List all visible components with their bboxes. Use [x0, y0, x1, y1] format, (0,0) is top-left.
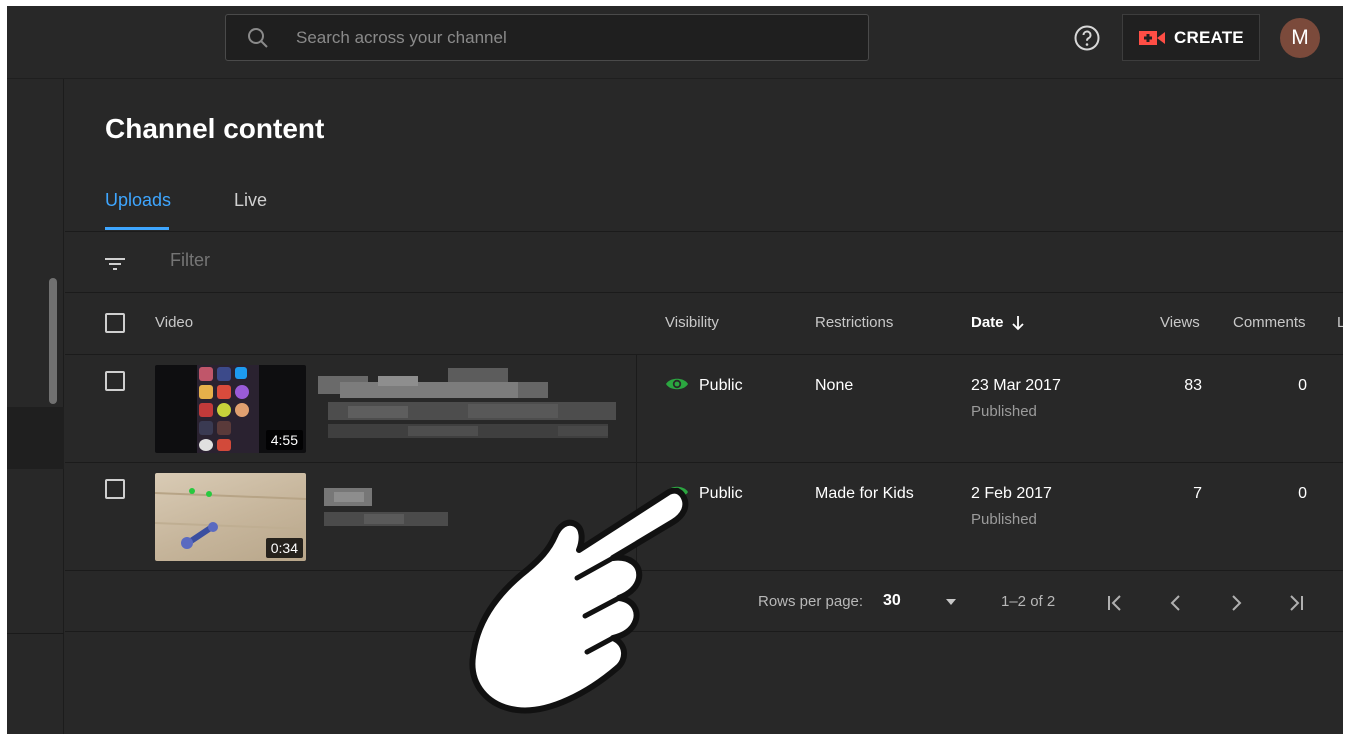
date-value: 2 Feb 2017 — [971, 485, 1052, 502]
video-thumbnail[interactable]: 4:55 — [155, 365, 306, 453]
video-duration: 4:55 — [265, 430, 303, 450]
divider — [65, 354, 1343, 355]
column-header-date[interactable]: Date — [971, 314, 1004, 331]
restrictions-value: Made for Kids — [815, 485, 914, 502]
sidebar-divider — [7, 633, 64, 634]
divider — [65, 292, 1343, 293]
previous-page-icon[interactable] — [1164, 591, 1188, 615]
create-button[interactable]: CREATE — [1122, 14, 1260, 61]
column-header-likes[interactable]: L — [1337, 314, 1343, 331]
restrictions-value: None — [815, 377, 854, 394]
redacted-video-title — [318, 368, 616, 438]
avatar[interactable]: M — [1280, 18, 1320, 58]
sidebar-scrollbar[interactable] — [49, 278, 57, 404]
column-header-views[interactable]: Views — [1160, 314, 1200, 331]
page-title: Channel content — [105, 113, 325, 144]
sidebar-item-selected[interactable] — [7, 407, 64, 469]
views-value: 83 — [1184, 377, 1202, 394]
search-input[interactable] — [296, 15, 856, 60]
column-header-visibility[interactable]: Visibility — [665, 314, 719, 331]
comments-value: 0 — [1298, 377, 1307, 394]
visibility-value[interactable]: Public — [699, 377, 743, 395]
first-page-icon[interactable] — [1103, 591, 1127, 615]
rows-per-page-select[interactable]: 30 — [883, 592, 901, 610]
left-sidebar — [7, 79, 64, 734]
divider — [65, 462, 1343, 463]
dropdown-arrow-icon[interactable] — [944, 597, 958, 607]
views-value: 7 — [1193, 485, 1202, 502]
page-range: 1–2 of 2 — [1001, 593, 1056, 610]
divider — [65, 631, 1343, 632]
create-video-icon — [1139, 30, 1165, 45]
filter-input[interactable] — [170, 250, 470, 271]
video-duration: 0:34 — [265, 538, 303, 558]
column-header-video[interactable]: Video — [155, 314, 193, 331]
create-label: CREATE — [1174, 27, 1244, 47]
pointing-hand-icon — [469, 488, 689, 714]
sort-down-arrow-icon[interactable] — [1011, 315, 1025, 331]
row-checkbox[interactable] — [105, 479, 125, 499]
tab-live[interactable]: Live — [234, 190, 267, 211]
row-checkbox[interactable] — [105, 371, 125, 391]
search-icon — [248, 28, 268, 48]
divider — [65, 231, 1343, 232]
public-eye-icon[interactable] — [665, 375, 689, 393]
divider — [65, 570, 1343, 571]
tab-underline — [105, 227, 169, 230]
comments-value: 0 — [1298, 485, 1307, 502]
visibility-value[interactable]: Public — [699, 485, 743, 503]
redacted-video-title — [324, 488, 448, 526]
search-box[interactable] — [225, 14, 869, 61]
column-header-comments[interactable]: Comments — [1233, 314, 1306, 331]
filter-icon[interactable] — [103, 252, 127, 276]
help-icon[interactable] — [1073, 24, 1101, 52]
date-value: 23 Mar 2017 — [971, 377, 1061, 394]
select-all-checkbox[interactable] — [105, 313, 125, 333]
studio-window: CREATE M Channel content Uploads Live Vi… — [7, 6, 1343, 734]
video-thumbnail[interactable]: 0:34 — [155, 473, 306, 561]
tab-uploads[interactable]: Uploads — [105, 190, 171, 211]
next-page-icon[interactable] — [1224, 591, 1248, 615]
column-header-restrictions[interactable]: Restrictions — [815, 314, 893, 331]
rows-per-page-label: Rows per page: — [758, 593, 864, 610]
date-status: Published — [971, 403, 1037, 420]
last-page-icon[interactable] — [1284, 591, 1308, 615]
date-status: Published — [971, 511, 1037, 528]
top-bar: CREATE M — [7, 6, 1343, 79]
